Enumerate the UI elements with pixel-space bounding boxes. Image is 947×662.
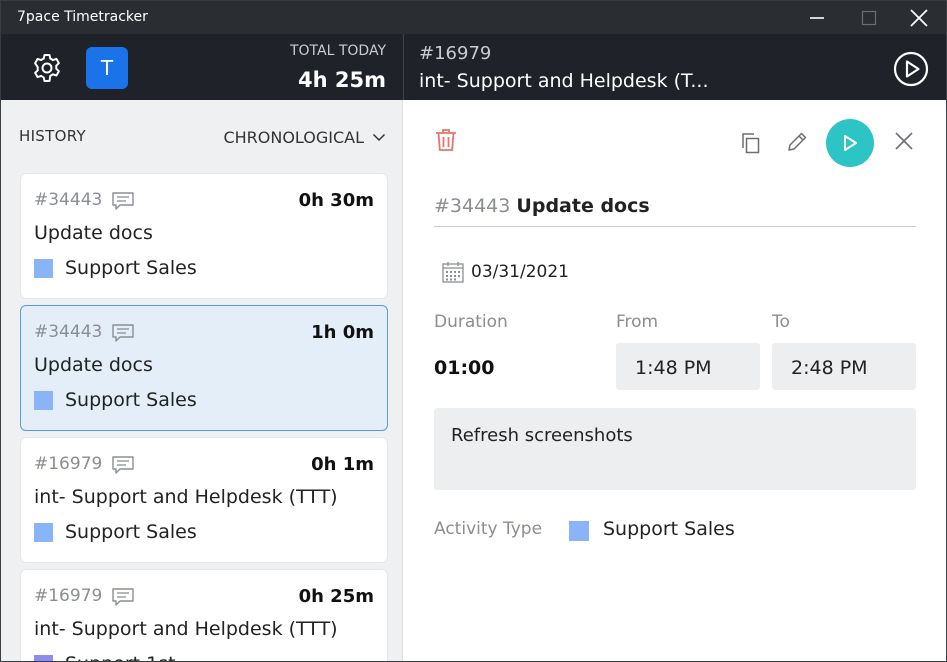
comment-icon[interactable] xyxy=(112,192,134,210)
activity-color-swatch xyxy=(34,259,53,278)
history-item-duration: 0h 1m xyxy=(311,454,374,475)
history-item[interactable]: #16979 0h 1m int- Support and Helpdesk (… xyxy=(20,437,388,563)
history-panel: HISTORY CHRONOLOGICAL #34443 0h 30m Upda… xyxy=(1,100,403,661)
maximize-button[interactable] xyxy=(846,1,892,34)
detail-name[interactable]: Update docs xyxy=(516,195,649,217)
comment-text: Refresh screenshots xyxy=(451,425,633,446)
history-item-title: Update docs xyxy=(34,222,153,244)
play-circle-icon[interactable] xyxy=(893,51,929,87)
trash-icon[interactable] xyxy=(435,128,457,152)
history-item-duration: 0h 30m xyxy=(298,190,374,211)
current-work-item-id: #16979 xyxy=(419,43,492,64)
history-item-id: #16979 xyxy=(34,586,103,606)
close-window-button[interactable] xyxy=(896,1,942,34)
to-time-field[interactable]: 2:48 PM xyxy=(772,343,916,390)
to-label: To xyxy=(772,312,790,332)
maximize-icon xyxy=(861,10,877,25)
history-item-title: int- Support and Helpdesk (TTT) xyxy=(34,618,338,640)
date-value[interactable]: 03/31/2021 xyxy=(471,262,569,282)
edit-icon[interactable] xyxy=(786,131,808,153)
history-item-title: int- Support and Helpdesk (TTT) xyxy=(34,486,338,508)
history-item-activity: Support Sales xyxy=(65,389,197,411)
window-title: 7pace Timetracker xyxy=(17,9,148,25)
activity-type-label: Activity Type xyxy=(434,519,543,539)
activity-color-swatch xyxy=(34,523,53,542)
history-item-id: #34443 xyxy=(34,190,103,210)
activity-color-swatch xyxy=(569,521,589,541)
history-item[interactable]: #16979 0h 25m int- Support and Helpdesk … xyxy=(20,569,388,661)
minimize-button[interactable] xyxy=(794,1,840,34)
current-work-item-title[interactable]: int- Support and Helpdesk (T... xyxy=(419,70,709,92)
calendar-icon[interactable] xyxy=(441,260,465,284)
close-icon[interactable] xyxy=(894,131,914,151)
history-item-id: #16979 xyxy=(34,454,103,474)
comment-icon[interactable] xyxy=(112,324,134,342)
avatar[interactable]: T xyxy=(86,47,128,89)
history-item-activity: Support Sales xyxy=(65,257,197,279)
copy-icon[interactable] xyxy=(740,132,762,154)
detail-title: #34443 Update docs xyxy=(434,195,650,217)
play-icon xyxy=(844,135,857,151)
title-bar: 7pace Timetracker xyxy=(1,1,946,34)
activity-type-value[interactable]: Support Sales xyxy=(603,518,735,540)
history-item-duration: 0h 25m xyxy=(298,586,374,607)
history-item-duration: 1h 0m xyxy=(311,322,374,343)
history-item-id: #34443 xyxy=(34,322,103,342)
activity-color-swatch xyxy=(34,655,53,661)
from-time-value: 1:48 PM xyxy=(635,357,712,379)
history-label: HISTORY xyxy=(19,127,86,145)
comment-icon[interactable] xyxy=(112,588,134,606)
avatar-initial: T xyxy=(100,56,114,80)
detail-id: #34443 xyxy=(434,195,511,217)
from-time-field[interactable]: 1:48 PM xyxy=(616,343,760,390)
minimize-icon xyxy=(810,16,824,19)
total-today-label: TOTAL TODAY xyxy=(289,43,386,59)
activity-color-swatch xyxy=(34,391,53,410)
header-divider xyxy=(403,34,404,100)
detail-panel: #34443 Update docs 03/31/2021 Duration F… xyxy=(404,100,946,661)
sort-dropdown[interactable]: CHRONOLOGICAL xyxy=(223,128,386,147)
start-timer-button[interactable] xyxy=(826,119,874,167)
gear-icon[interactable] xyxy=(31,52,63,84)
header-bar: T TOTAL TODAY 4h 25m #16979 int- Support… xyxy=(1,34,946,100)
duration-value[interactable]: 01:00 xyxy=(434,357,494,379)
from-label: From xyxy=(616,312,659,332)
history-item-activity: Support Sales xyxy=(65,521,197,543)
history-item-title: Update docs xyxy=(34,354,153,376)
history-item[interactable]: #34443 0h 30m Update docs Support Sales xyxy=(20,173,388,299)
chevron-down-icon xyxy=(372,133,386,142)
title-divider xyxy=(434,226,916,227)
app-window: 7pace Timetracker T TOTAL TODAY 4h 25m #… xyxy=(0,0,947,662)
total-today-value: 4h 25m xyxy=(298,68,386,92)
to-time-value: 2:48 PM xyxy=(791,357,868,379)
comment-field[interactable]: Refresh screenshots xyxy=(434,408,916,490)
comment-icon[interactable] xyxy=(112,456,134,474)
history-item-activity: Support 1st xyxy=(65,653,176,661)
duration-label: Duration xyxy=(434,312,508,332)
history-item-selected[interactable]: #34443 1h 0m Update docs Support Sales xyxy=(20,305,388,431)
sort-label: CHRONOLOGICAL xyxy=(223,128,364,147)
close-icon xyxy=(910,8,928,27)
